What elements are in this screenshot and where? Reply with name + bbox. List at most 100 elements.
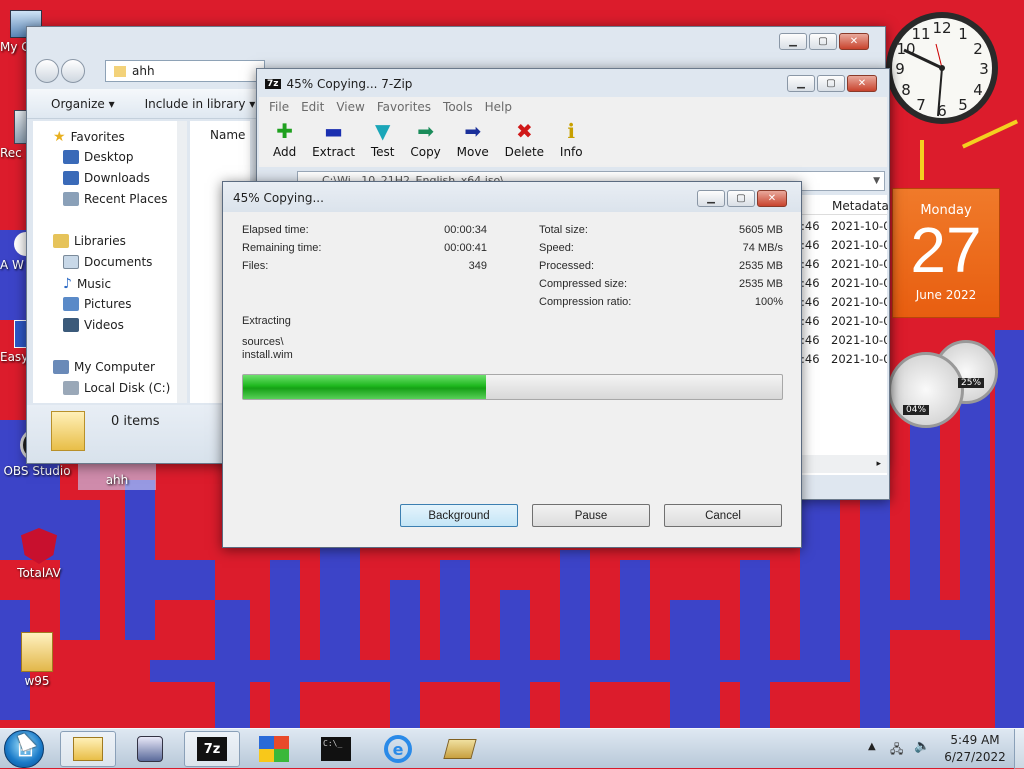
include-library-button[interactable]: Include in library ▾ bbox=[145, 97, 256, 111]
current-file-name: install.wim bbox=[242, 349, 293, 361]
nav-computer[interactable]: My Computer bbox=[53, 360, 155, 374]
nav-pictures[interactable]: Pictures bbox=[63, 297, 132, 311]
table-row[interactable]: :46 2021-10-0 bbox=[801, 314, 887, 333]
pause-button[interactable]: Pause bbox=[532, 504, 650, 527]
info-button[interactable]: ℹ Info bbox=[560, 121, 583, 159]
minimize-button[interactable]: ▁ bbox=[697, 190, 725, 207]
pictures-icon bbox=[63, 297, 79, 311]
taskbar-explorer[interactable] bbox=[60, 731, 116, 767]
nav-downloads[interactable]: Downloads bbox=[63, 171, 150, 185]
close-button[interactable]: ✕ bbox=[757, 190, 787, 207]
7zip-toolbar: ✚ Add ▬ Extract ▼ Test ➡ Copy ➡ Move ✖ Delete … bbox=[259, 117, 887, 167]
extract-icon: ▬ bbox=[324, 119, 343, 143]
close-button[interactable]: ✕ bbox=[839, 33, 869, 50]
nav-videos[interactable]: Videos bbox=[63, 318, 124, 332]
network-icon[interactable]: 🖧 bbox=[890, 740, 903, 761]
folder-icon bbox=[51, 411, 85, 451]
add-button[interactable]: ✚ Add bbox=[273, 121, 296, 159]
forward-button[interactable] bbox=[61, 59, 85, 83]
tray-chevron-icon[interactable]: ▲ bbox=[868, 741, 876, 752]
minimize-button[interactable]: ▁ bbox=[787, 75, 815, 92]
close-button[interactable]: ✕ bbox=[847, 75, 877, 92]
row-time: :46 bbox=[801, 219, 820, 233]
extract-button[interactable]: ▬ Extract bbox=[312, 121, 355, 159]
folder-icon bbox=[21, 632, 53, 672]
7zip-title: 45% Copying... 7-Zip bbox=[286, 77, 413, 91]
background-button[interactable]: Background bbox=[400, 504, 518, 527]
clock-number: 12 bbox=[932, 19, 951, 37]
row-metadata: 2021-10-0 bbox=[831, 295, 887, 309]
address-bar[interactable]: ahh bbox=[105, 60, 265, 82]
cancel-button[interactable]: Cancel bbox=[664, 504, 782, 527]
calendar-gadget[interactable]: Monday 27 June 2022 bbox=[892, 188, 1000, 318]
clock-gadget[interactable]: 12 1 2 3 4 5 6 7 8 9 10 11 bbox=[886, 6, 1002, 132]
show-desktop-button[interactable] bbox=[1014, 729, 1024, 769]
nav-recent[interactable]: Recent Places bbox=[63, 192, 167, 206]
table-row[interactable]: :46 2021-10-0 bbox=[801, 219, 887, 238]
ram-percent: 25% bbox=[958, 378, 985, 388]
elapsed-label: Elapsed time: bbox=[242, 224, 309, 236]
nav-desktop[interactable]: Desktop bbox=[63, 150, 134, 164]
row-time: :46 bbox=[801, 333, 820, 347]
file-rows: :46 2021-10-0:46 2021-10-0:46 2021-10-0:46 2… bbox=[801, 219, 887, 371]
clock-number: 1 bbox=[958, 25, 968, 43]
compressed-size-label: Compressed size: bbox=[539, 278, 628, 290]
horizontal-scrollbar[interactable]: ▸ bbox=[801, 455, 887, 473]
nav-documents[interactable]: Documents bbox=[63, 255, 152, 269]
back-button[interactable] bbox=[35, 59, 59, 83]
menu-help[interactable]: Help bbox=[485, 100, 512, 114]
menu-favorites[interactable]: Favorites bbox=[377, 100, 431, 114]
maximize-button[interactable]: ▢ bbox=[727, 190, 755, 207]
clock-date[interactable]: 6/27/2022 bbox=[940, 750, 1010, 764]
remaining-label: Remaining time: bbox=[242, 242, 322, 254]
menu-edit[interactable]: Edit bbox=[301, 100, 324, 114]
nav-scrollbar[interactable] bbox=[177, 121, 187, 403]
taskbar-app[interactable] bbox=[432, 731, 488, 767]
folder-icon bbox=[114, 65, 126, 77]
7zip-menubar: File Edit View Favorites Tools Help bbox=[259, 97, 887, 117]
table-row[interactable]: :46 2021-10-0 bbox=[801, 257, 887, 276]
7zip-caption-buttons: ▁ ▢ ✕ bbox=[787, 75, 877, 92]
table-row[interactable]: :46 2021-10-0 bbox=[801, 238, 887, 257]
desktop-icon-w95[interactable]: w95 bbox=[2, 632, 72, 688]
row-metadata: 2021-10-0 bbox=[831, 352, 887, 366]
volume-icon[interactable]: 🔈 bbox=[914, 739, 930, 754]
table-row[interactable]: :46 2021-10-0 bbox=[801, 333, 887, 352]
total-size-label: Total size: bbox=[539, 224, 588, 236]
progress-title: 45% Copying... bbox=[233, 191, 324, 205]
nav-local-disk[interactable]: Local Disk (C:) bbox=[63, 381, 170, 395]
nav-music[interactable]: ♪ Music bbox=[63, 276, 111, 292]
menu-tools[interactable]: Tools bbox=[443, 100, 473, 114]
delete-button[interactable]: ✖ Delete bbox=[505, 121, 544, 159]
desktop-icon-totalav[interactable]: TotalAV bbox=[4, 528, 74, 580]
remaining-value: 00:00:41 bbox=[444, 242, 487, 254]
menu-view[interactable]: View bbox=[336, 100, 364, 114]
move-button[interactable]: ➡ Move bbox=[457, 121, 489, 159]
videos-icon bbox=[63, 318, 79, 332]
maximize-button[interactable]: ▢ bbox=[809, 33, 837, 50]
nav-favorites[interactable]: ★ Favorites bbox=[53, 129, 125, 145]
explorer-icon bbox=[73, 737, 103, 761]
clock-number: 7 bbox=[916, 96, 926, 114]
cpu-meter-gadget[interactable]: 04% 25% bbox=[888, 338, 1000, 432]
taskbar-7zip[interactable]: 7z bbox=[184, 731, 240, 767]
taskbar-media[interactable] bbox=[122, 731, 178, 767]
column-name[interactable]: Name bbox=[210, 128, 245, 142]
files-label: Files: bbox=[242, 260, 269, 272]
organize-button[interactable]: Organize ▾ bbox=[51, 97, 115, 111]
menu-file[interactable]: File bbox=[269, 100, 289, 114]
minimize-button[interactable]: ▁ bbox=[779, 33, 807, 50]
table-row[interactable]: :46 2021-10-0 bbox=[801, 352, 887, 371]
taskbar-ie[interactable]: e bbox=[370, 731, 426, 767]
column-metadata[interactable]: Metadata bbox=[801, 195, 889, 215]
maximize-button[interactable]: ▢ bbox=[817, 75, 845, 92]
nav-libraries[interactable]: Libraries bbox=[53, 234, 126, 248]
taskbar-windows[interactable] bbox=[246, 731, 302, 767]
copy-button[interactable]: ➡ Copy bbox=[410, 121, 440, 159]
table-row[interactable]: :46 2021-10-0 bbox=[801, 276, 887, 295]
clock-time[interactable]: 5:49 AM bbox=[940, 733, 1010, 747]
table-row[interactable]: :46 2021-10-0 bbox=[801, 295, 887, 314]
taskbar-cmd[interactable]: C:\_ bbox=[308, 731, 364, 767]
test-button[interactable]: ▼ Test bbox=[371, 121, 395, 159]
star-icon: ★ bbox=[53, 129, 66, 145]
